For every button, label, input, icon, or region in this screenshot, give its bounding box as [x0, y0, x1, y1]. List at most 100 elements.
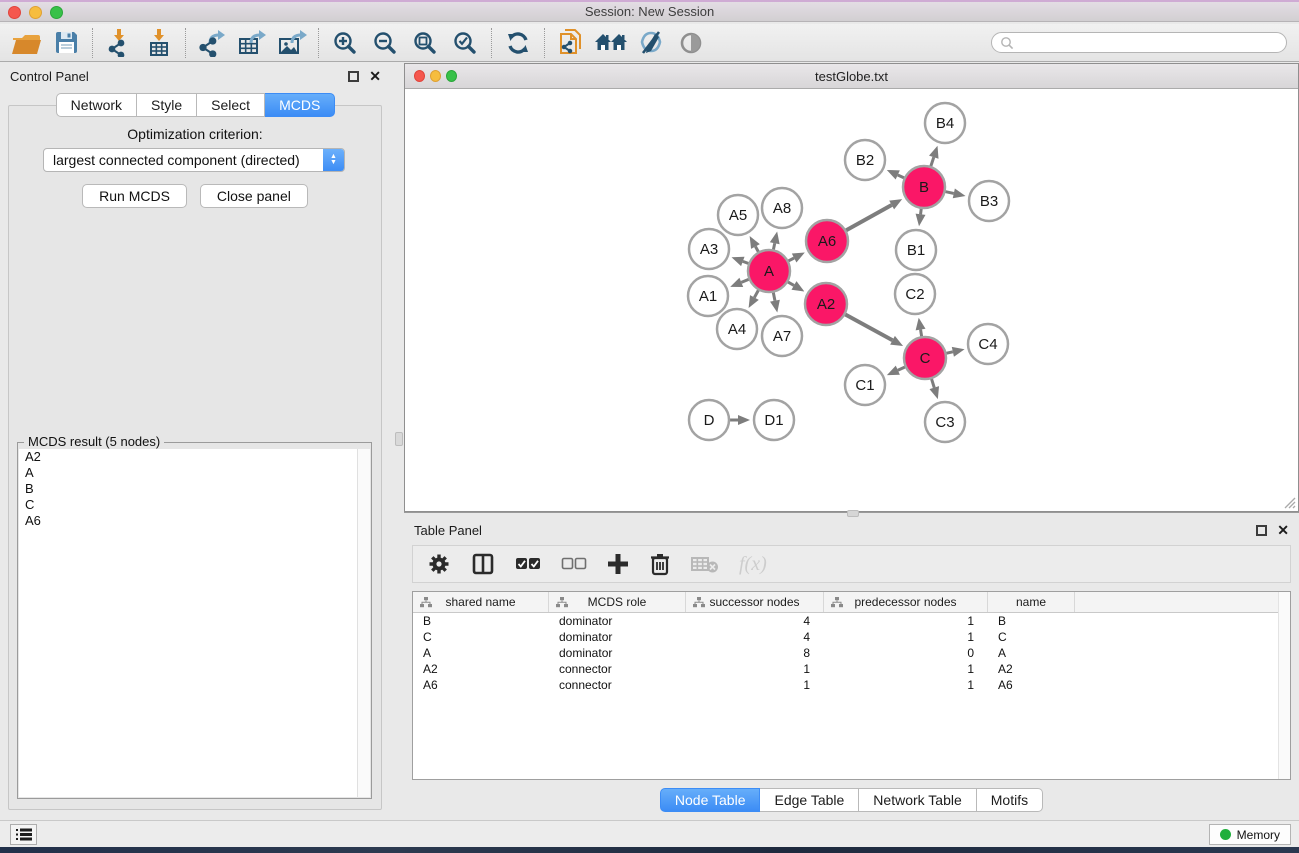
result-item[interactable]: A: [19, 465, 370, 481]
plus-icon: [607, 553, 629, 575]
network-minimize-button[interactable]: [430, 70, 441, 82]
result-scrollbar[interactable]: [357, 449, 370, 797]
column-label: name: [1016, 595, 1046, 609]
zoom-out-icon: [372, 30, 398, 56]
edge-A-A4[interactable]: [754, 289, 758, 297]
edge-A6-B[interactable]: [845, 205, 891, 231]
memory-button[interactable]: Memory: [1209, 824, 1291, 845]
control-panel-title: Control Panel: [10, 69, 348, 84]
tab-network-table[interactable]: Network Table: [859, 788, 976, 812]
result-item[interactable]: C: [19, 497, 370, 513]
column-header-MCDS-role[interactable]: MCDS role: [549, 592, 686, 612]
hide-details-button[interactable]: [631, 27, 671, 59]
tab-node-table[interactable]: Node Table: [660, 788, 761, 812]
maximize-window-button[interactable]: [50, 6, 63, 19]
create-column-button[interactable]: [607, 553, 629, 575]
close-table-panel-icon[interactable]: ✕: [1277, 525, 1289, 536]
zoom-fit-button[interactable]: [405, 27, 445, 59]
criterion-select[interactable]: largest connected component (directed) ▲…: [43, 148, 345, 172]
export-image-button[interactable]: [272, 27, 312, 59]
resize-grip-icon[interactable]: [1282, 495, 1296, 509]
network-maximize-button[interactable]: [446, 70, 457, 82]
open-session-button[interactable]: [6, 27, 46, 59]
tab-style[interactable]: Style: [137, 93, 197, 117]
network-close-button[interactable]: [414, 70, 425, 82]
export-table-button[interactable]: [232, 27, 272, 59]
mcds-result-list[interactable]: A2ABCA6: [19, 449, 370, 797]
show-graphics-button[interactable]: [671, 27, 711, 59]
float-table-panel-icon[interactable]: [1256, 525, 1267, 536]
table-row[interactable]: A2connector11A2: [413, 661, 1290, 677]
close-panel-icon[interactable]: ✕: [369, 71, 381, 82]
clone-network-button[interactable]: [551, 27, 591, 59]
table-row[interactable]: Bdominator41B: [413, 613, 1290, 629]
table-settings-button[interactable]: [427, 552, 451, 576]
column-header-successor-nodes[interactable]: successor nodes: [686, 592, 824, 612]
network-canvas[interactable]: B4B2BB3A5A8A6B1A3AC2A1A2A4A7C4CC1DD1C3: [405, 90, 1298, 511]
table-row[interactable]: A6connector11A6: [413, 677, 1290, 693]
delete-column-button[interactable]: [649, 552, 671, 576]
minimize-window-button[interactable]: [29, 6, 42, 19]
table-panel: Table Panel ✕ f(x) shared nameMCDS roles…: [404, 517, 1299, 820]
zoom-selected-button[interactable]: [445, 27, 485, 59]
search-input[interactable]: [991, 32, 1287, 53]
tab-motifs[interactable]: Motifs: [977, 788, 1043, 812]
result-item[interactable]: B: [19, 481, 370, 497]
node-table[interactable]: shared nameMCDS rolesuccessor nodesprede…: [412, 591, 1291, 780]
result-item[interactable]: A2: [19, 449, 370, 465]
tab-network[interactable]: Network: [56, 93, 137, 117]
select-all-rows-button[interactable]: [515, 557, 541, 571]
control-panel-tabs: NetworkStyleSelectMCDS: [0, 93, 391, 117]
tab-select[interactable]: Select: [197, 93, 265, 117]
network-window-titlebar[interactable]: testGlobe.txt: [405, 64, 1298, 89]
save-session-button[interactable]: [46, 27, 86, 59]
zoom-out-button[interactable]: [365, 27, 405, 59]
column-header-shared-name[interactable]: shared name: [413, 592, 549, 612]
column-header-name[interactable]: name: [988, 592, 1075, 612]
node-label-A4: A4: [728, 321, 746, 338]
trash-icon: [649, 552, 671, 576]
panel-menu-button[interactable]: [10, 824, 37, 845]
panel-divider-handle[interactable]: [395, 432, 403, 446]
close-window-button[interactable]: [8, 6, 21, 19]
check-pair-icon: [515, 557, 541, 571]
edge-A-A7[interactable]: [773, 292, 775, 301]
column-header-predecessor-nodes[interactable]: predecessor nodes: [824, 592, 988, 612]
edge-B-B4[interactable]: [931, 157, 934, 167]
table-row[interactable]: Cdominator41C: [413, 629, 1290, 645]
edge-B-B3[interactable]: [945, 191, 954, 193]
apply-layout-button[interactable]: [498, 27, 538, 59]
run-mcds-button[interactable]: Run MCDS: [82, 184, 187, 208]
import-table-button[interactable]: [139, 27, 179, 59]
node-label-A: A: [764, 263, 774, 280]
edge-A-A1[interactable]: [741, 279, 749, 282]
cell: 1: [824, 662, 988, 676]
float-panel-icon[interactable]: [348, 71, 359, 82]
first-neighbors-button[interactable]: [591, 27, 631, 59]
cell: 1: [824, 614, 988, 628]
result-item[interactable]: A6: [19, 513, 370, 529]
import-network-button[interactable]: [99, 27, 139, 59]
main-toolbar: [0, 24, 1299, 62]
zoom-selected-icon: [452, 30, 478, 56]
close-panel-button[interactable]: Close panel: [200, 184, 308, 208]
export-network-button[interactable]: [192, 27, 232, 59]
tab-edge-table[interactable]: Edge Table: [760, 788, 859, 812]
status-bar: Memory: [0, 820, 1299, 847]
deselect-all-rows-button[interactable]: [561, 557, 587, 571]
table-toolbar: f(x): [412, 545, 1291, 583]
edge-A2-C[interactable]: [844, 314, 892, 340]
edge-C-C3[interactable]: [931, 378, 934, 388]
table-row[interactable]: Adominator80A: [413, 645, 1290, 661]
arrowhead-icon: [929, 146, 939, 159]
node-label-D1: D1: [764, 412, 783, 429]
table-scrollbar[interactable]: [1278, 592, 1290, 779]
function-builder-button: f(x): [739, 553, 767, 576]
node-label-B: B: [919, 179, 929, 196]
cell: dominator: [549, 646, 686, 660]
column-options-button[interactable]: [471, 552, 495, 576]
edge-C-C1[interactable]: [898, 367, 906, 371]
tab-mcds[interactable]: MCDS: [265, 93, 335, 117]
delete-table-button: [691, 555, 719, 573]
zoom-in-button[interactable]: [325, 27, 365, 59]
